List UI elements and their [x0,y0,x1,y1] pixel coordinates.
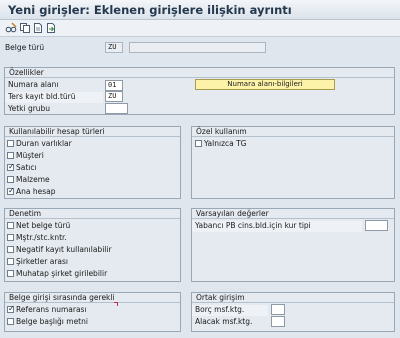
reference-number-label: Referans numarası [16,305,87,314]
group-required-on-entry-title: Belge girişi sırasında gerekli [9,293,115,302]
reference-number-checkmark: ✓ [8,304,15,313]
exchange-rate-type-field[interactable] [365,220,388,231]
group-properties-title: Özellikler [9,68,44,77]
debit-recovery-label: Borç msf.ktg. [195,305,245,314]
export-icon[interactable] [45,22,57,34]
vendor-label: Satıcı [16,163,37,172]
material-label: Malzeme [16,175,50,184]
header-text-checkbox[interactable] [7,318,14,325]
intercompany-label: Şirketler arası [16,257,68,266]
tg-only-checkbox[interactable] [195,140,202,147]
required-marker [114,302,118,306]
intercompany-checkbox[interactable] [7,258,14,265]
group-control-header: Denetim [5,209,180,219]
gl-account-checkbox[interactable]: ✓ [7,186,15,195]
doc-type-field[interactable]: ZU [105,42,123,53]
tg-only-label: Yalnızca TG [204,139,247,148]
group-joint-venture-title: Ortak girişim [196,293,245,302]
number-range-info-button[interactable]: Numara alanı-bilgileri [195,79,335,90]
group-properties-header: Özellikler [5,68,394,78]
glasses-edit-icon[interactable] [5,22,17,34]
doc-type-description [129,42,266,53]
reference-number-checkbox[interactable]: ✓ [7,304,15,313]
group-special-usage-header: Özel kullanım [192,127,394,137]
group-joint-venture-header: Ortak girişim [192,293,394,303]
net-doc-checkbox[interactable] [7,222,14,229]
number-range-field[interactable]: 01 [105,80,123,91]
reverse-doc-type-field[interactable]: ZU [105,91,123,102]
doc-type-label: Belge türü [5,43,45,52]
cust-vend-check-label: Mştr./stc.kntr. [16,233,67,242]
group-properties: Özellikler [4,67,395,115]
group-special-usage: Özel kullanım [191,126,395,199]
cust-vend-check-checkbox[interactable] [7,234,14,241]
group-required-on-entry-header: Belge girişi sırasında gerekli [5,293,180,303]
group-account-types-header: Kullanılabilir hesap türleri [5,127,180,137]
group-default-values-title: Varsayılan değerler [196,209,269,218]
copy-icon[interactable] [19,22,31,34]
exchange-rate-type-label: Yabancı PB cins.bld.için kur tipi [195,221,311,230]
credit-recovery-field[interactable] [271,316,285,327]
group-special-usage-title: Özel kullanım [196,127,247,136]
trading-partner-label: Muhatap şirket girilebilir [16,269,108,278]
group-default-values-header: Varsayılan değerler [192,209,394,219]
title-bar: Yeni girişler: Eklenen girişlere ilişkin… [0,0,400,20]
page-title: Yeni girişler: Eklenen girişlere ilişkin… [8,3,292,17]
net-doc-label: Net belge türü [16,221,71,230]
negative-posting-checkbox[interactable] [7,246,14,253]
number-range-label: Numara alanı [8,80,59,89]
credit-recovery-label: Alacak msf.ktg. [195,317,253,326]
authorization-group-label: Yetki grubu [8,104,51,113]
material-checkbox[interactable] [7,176,14,183]
gl-account-label: Ana hesap [16,187,56,196]
trading-partner-checkbox[interactable] [7,270,14,277]
vendor-checkbox[interactable]: ✓ [7,162,15,171]
group-account-types-title: Kullanılabilir hesap türleri [9,127,105,136]
header-text-label: Belge başlığı metni [16,317,88,326]
toolbar [0,20,400,37]
reverse-doc-type-label: Ters kayıt bld.türü [8,92,76,101]
assets-checkbox[interactable] [7,140,14,147]
debit-recovery-field[interactable] [271,304,285,315]
document-icon[interactable] [32,22,44,34]
customer-checkbox[interactable] [7,152,14,159]
authorization-group-field[interactable] [105,103,128,114]
customer-label: Müşteri [16,151,44,160]
negative-posting-label: Negatif kayıt kullanılabilir [16,245,112,254]
vendor-checkmark: ✓ [8,162,15,171]
gl-account-checkmark: ✓ [8,186,15,195]
group-control-title: Denetim [9,209,42,218]
assets-label: Duran varlıklar [16,139,72,148]
